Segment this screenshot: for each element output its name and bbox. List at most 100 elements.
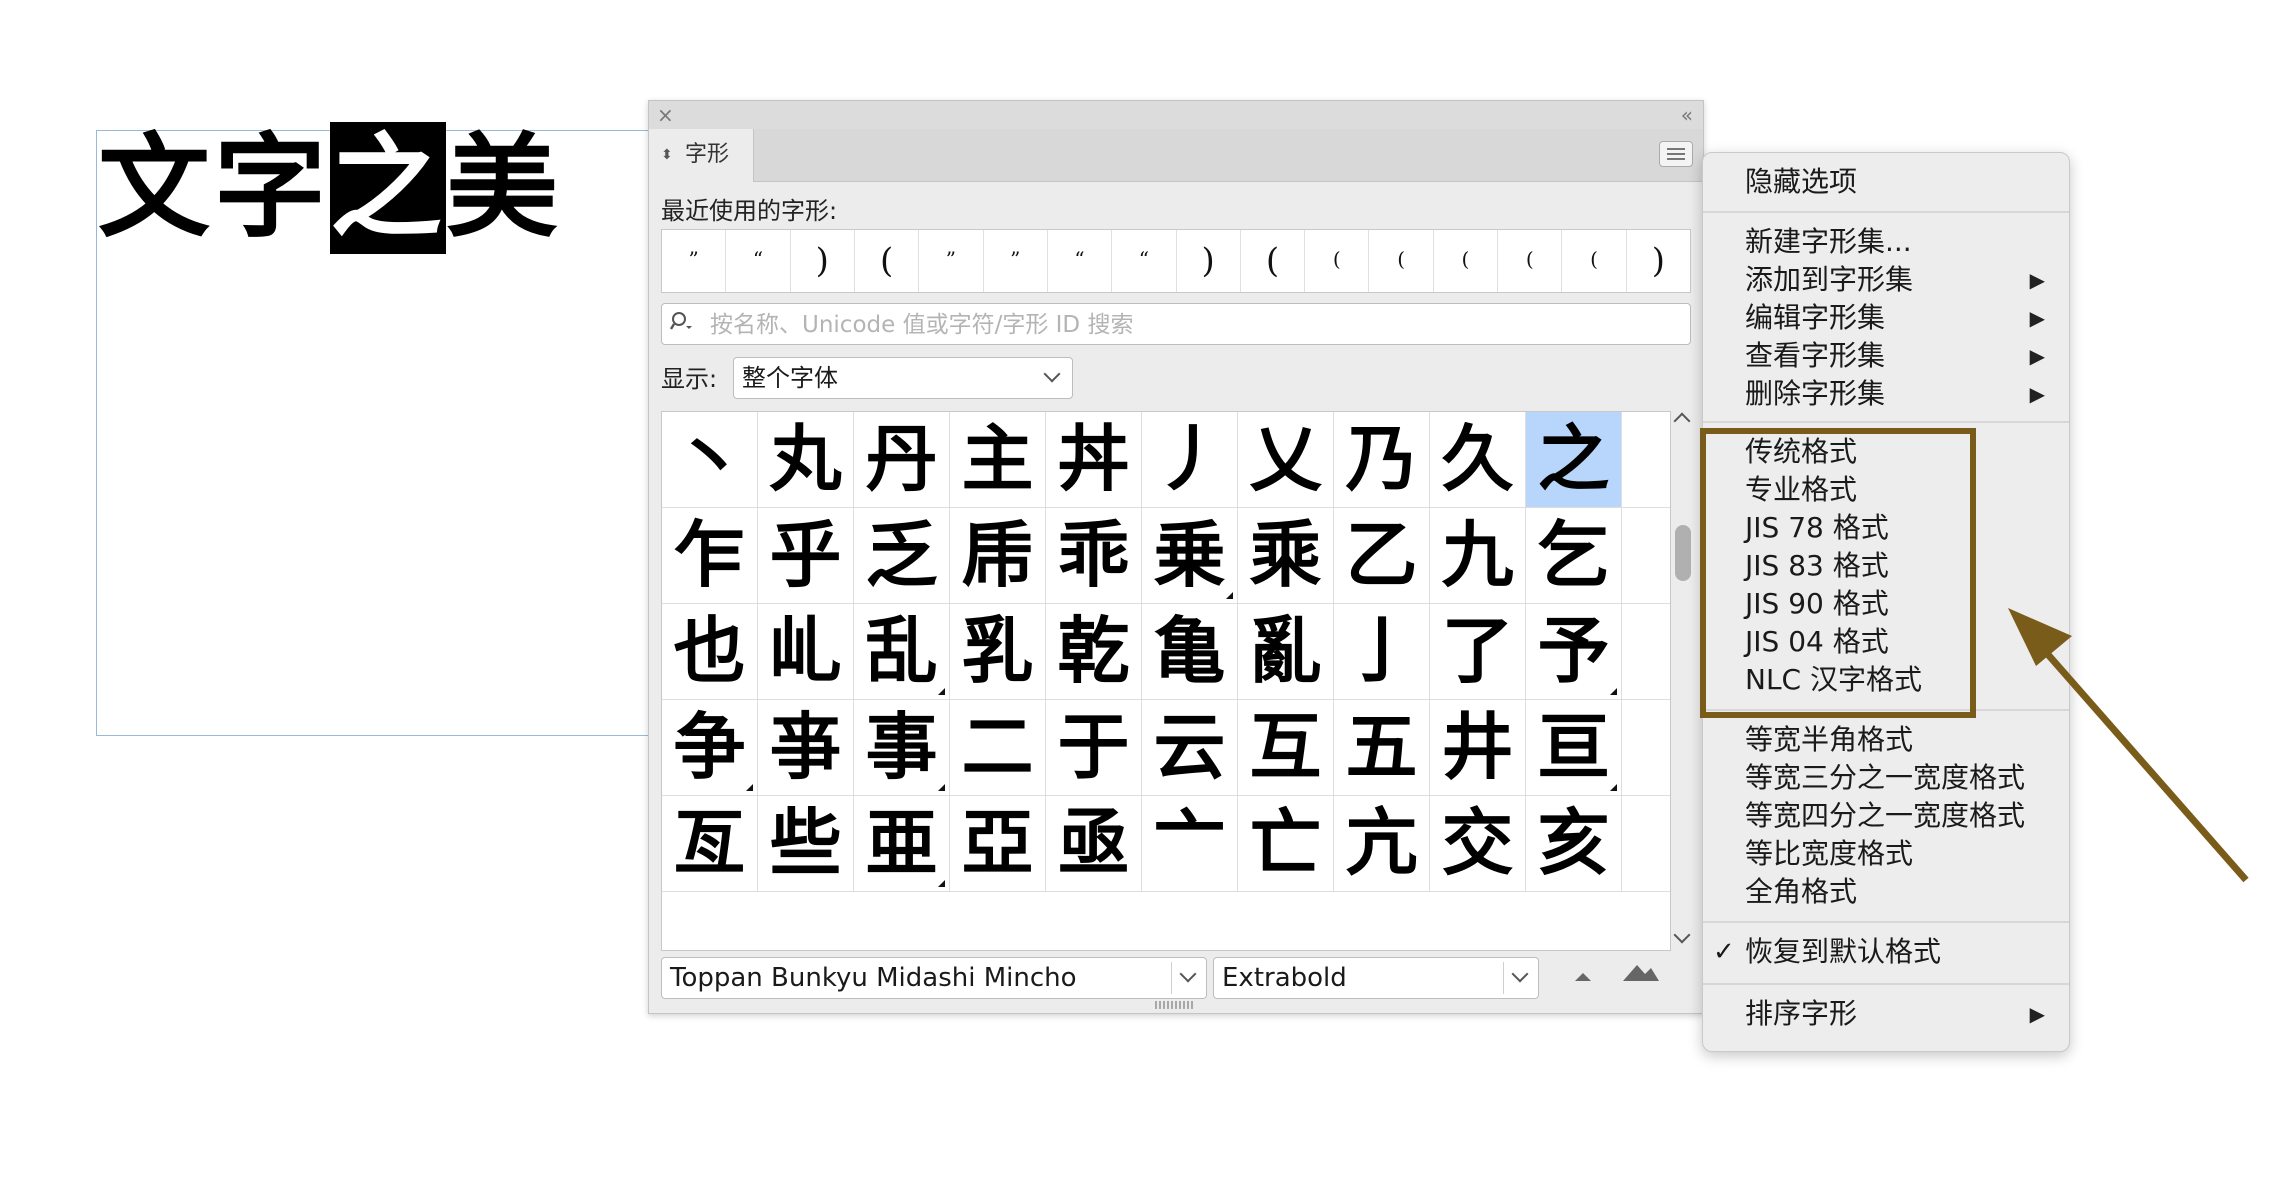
- headline-char-selected[interactable]: 之: [330, 122, 446, 254]
- glyph-cell[interactable]: 乗: [1142, 508, 1238, 604]
- show-dropdown[interactable]: 整个字体: [733, 357, 1073, 399]
- glyph-cell[interactable]: 乙: [1334, 508, 1430, 604]
- scrollbar-thumb[interactable]: [1675, 525, 1691, 581]
- menu-item[interactable]: 排序字形 ▶: [1745, 995, 2049, 1033]
- glyph-cell[interactable]: 五: [1334, 700, 1430, 796]
- glyph-cell[interactable]: 乕: [950, 508, 1046, 604]
- glyph-cell[interactable]: 亟: [1046, 796, 1142, 892]
- glyph-cell[interactable]: 亡: [1238, 796, 1334, 892]
- glyph-cell[interactable]: 乳: [950, 604, 1046, 700]
- alternates-indicator-icon[interactable]: [938, 688, 945, 695]
- collapse-icon[interactable]: «: [1681, 103, 1693, 127]
- font-style-dropdown[interactable]: Extrabold: [1213, 957, 1539, 999]
- headline-char[interactable]: 美: [446, 122, 562, 254]
- recent-glyph-cell[interactable]: ”: [919, 230, 984, 292]
- menu-item[interactable]: 等宽四分之一宽度格式: [1745, 797, 2049, 835]
- resize-grip[interactable]: [1155, 1001, 1195, 1009]
- glyph-cell[interactable]: 了: [1430, 604, 1526, 700]
- glyph-cell[interactable]: 主: [950, 412, 1046, 508]
- glyph-cell[interactable]: 丶: [662, 412, 758, 508]
- glyph-cell[interactable]: 亘: [1526, 700, 1622, 796]
- menu-item[interactable]: 恢复到默认格式 ✓: [1713, 933, 2049, 971]
- glyph-cell[interactable]: 亂: [1238, 604, 1334, 700]
- search-icon[interactable]: [670, 310, 694, 334]
- glyph-cell[interactable]: 乎: [758, 508, 854, 604]
- alternates-indicator-icon[interactable]: [938, 880, 945, 887]
- glyph-cell[interactable]: 乏: [854, 508, 950, 604]
- glyph-cell[interactable]: 丸: [758, 412, 854, 508]
- glyph-cell[interactable]: 乃: [1334, 412, 1430, 508]
- glyph-cell[interactable]: 亥: [1526, 796, 1622, 892]
- glyph-cell[interactable]: 事: [854, 700, 950, 796]
- recent-glyph-cell[interactable]: (: [1241, 230, 1306, 292]
- tab-glyphs[interactable]: ⬍ 字形: [649, 129, 754, 182]
- glyph-cell[interactable]: 久: [1430, 412, 1526, 508]
- recent-glyph-cell[interactable]: “: [726, 230, 791, 292]
- recent-glyph-cell[interactable]: ): [791, 230, 855, 292]
- glyph-cell[interactable]: 亅: [1334, 604, 1430, 700]
- glyph-cell[interactable]: 乞: [1526, 508, 1622, 604]
- recent-glyph-cell[interactable]: “: [1112, 230, 1177, 292]
- glyph-cell[interactable]: 些: [758, 796, 854, 892]
- glyph-cell[interactable]: 丼: [1046, 412, 1142, 508]
- recent-glyph-cell[interactable]: ): [1627, 230, 1690, 292]
- recent-glyph-cell[interactable]: (: [1498, 230, 1563, 292]
- glyph-cell[interactable]: 乾: [1046, 604, 1142, 700]
- scroll-up-icon[interactable]: [1673, 412, 1691, 430]
- glyph-cell[interactable]: 亊: [758, 700, 854, 796]
- glyph-cell[interactable]: 交: [1430, 796, 1526, 892]
- glyph-cell[interactable]: 也: [662, 604, 758, 700]
- alternates-indicator-icon[interactable]: [1610, 784, 1617, 791]
- glyph-cell[interactable]: 予: [1526, 604, 1622, 700]
- menu-item[interactable]: 等比宽度格式: [1745, 835, 2049, 873]
- alternates-indicator-icon[interactable]: [1610, 688, 1617, 695]
- headline-text[interactable]: 文字之美: [98, 122, 562, 254]
- glyph-cell[interactable]: 井: [1430, 700, 1526, 796]
- recent-glyph-cell[interactable]: ”: [984, 230, 1048, 292]
- glyph-search-box[interactable]: [661, 303, 1691, 346]
- close-icon[interactable]: ×: [657, 103, 674, 127]
- glyph-cell[interactable]: 亞: [950, 796, 1046, 892]
- alternates-indicator-icon[interactable]: [746, 784, 753, 791]
- glyph-cell[interactable]: 争: [662, 700, 758, 796]
- recent-glyph-cell[interactable]: ): [1177, 230, 1241, 292]
- menu-item[interactable]: 全角格式: [1745, 873, 2049, 911]
- alternates-indicator-icon[interactable]: [1226, 592, 1233, 599]
- panel-menu-button[interactable]: [1659, 141, 1693, 167]
- alternates-indicator-icon[interactable]: [938, 784, 945, 791]
- zoom-out-icon[interactable]: [1571, 967, 1595, 983]
- glyph-cell[interactable]: 亙: [662, 796, 758, 892]
- scroll-down-icon[interactable]: [1673, 926, 1691, 944]
- glyph-cell[interactable]: 乘: [1238, 508, 1334, 604]
- glyph-cell[interactable]: 丿: [1142, 412, 1238, 508]
- menu-item[interactable]: 添加到字形集 ▶: [1745, 261, 2049, 299]
- menu-item[interactable]: 查看字形集 ▶: [1745, 337, 2049, 375]
- font-family-dropdown[interactable]: Toppan Bunkyu Midashi Mincho: [661, 957, 1207, 999]
- menu-item[interactable]: 新建字形集...: [1745, 223, 2049, 261]
- glyph-cell[interactable]: 丹: [854, 412, 950, 508]
- menu-item[interactable]: 等宽三分之一宽度格式: [1745, 759, 2049, 797]
- glyph-cell[interactable]: 云: [1142, 700, 1238, 796]
- recent-glyph-cell[interactable]: (: [1305, 230, 1370, 292]
- glyph-cell[interactable]: 亢: [1334, 796, 1430, 892]
- glyph-cell[interactable]: 乍: [662, 508, 758, 604]
- recent-glyph-cell[interactable]: (: [1369, 230, 1434, 292]
- glyph-cell[interactable]: 亠: [1142, 796, 1238, 892]
- glyph-cell-selected[interactable]: 之: [1526, 412, 1622, 508]
- recent-glyph-cell[interactable]: (: [855, 230, 920, 292]
- glyph-cell[interactable]: 九: [1430, 508, 1526, 604]
- glyph-cell[interactable]: 于: [1046, 700, 1142, 796]
- zoom-in-icon[interactable]: [1621, 961, 1661, 983]
- recent-glyph-cell[interactable]: (: [1562, 230, 1627, 292]
- glyph-cell[interactable]: 乂: [1238, 412, 1334, 508]
- recent-glyph-cell[interactable]: (: [1434, 230, 1499, 292]
- glyph-cell[interactable]: 乖: [1046, 508, 1142, 604]
- glyph-cell[interactable]: 乢: [758, 604, 854, 700]
- search-input[interactable]: [708, 304, 1682, 346]
- glyph-cell[interactable]: 互: [1238, 700, 1334, 796]
- glyph-cell[interactable]: 亜: [854, 796, 950, 892]
- recent-glyph-cell[interactable]: ”: [662, 230, 727, 292]
- panel-titlebar[interactable]: × «: [649, 101, 1703, 130]
- menu-item[interactable]: 删除字形集 ▶: [1745, 375, 2049, 413]
- menu-item[interactable]: 隐藏选项: [1745, 163, 2049, 201]
